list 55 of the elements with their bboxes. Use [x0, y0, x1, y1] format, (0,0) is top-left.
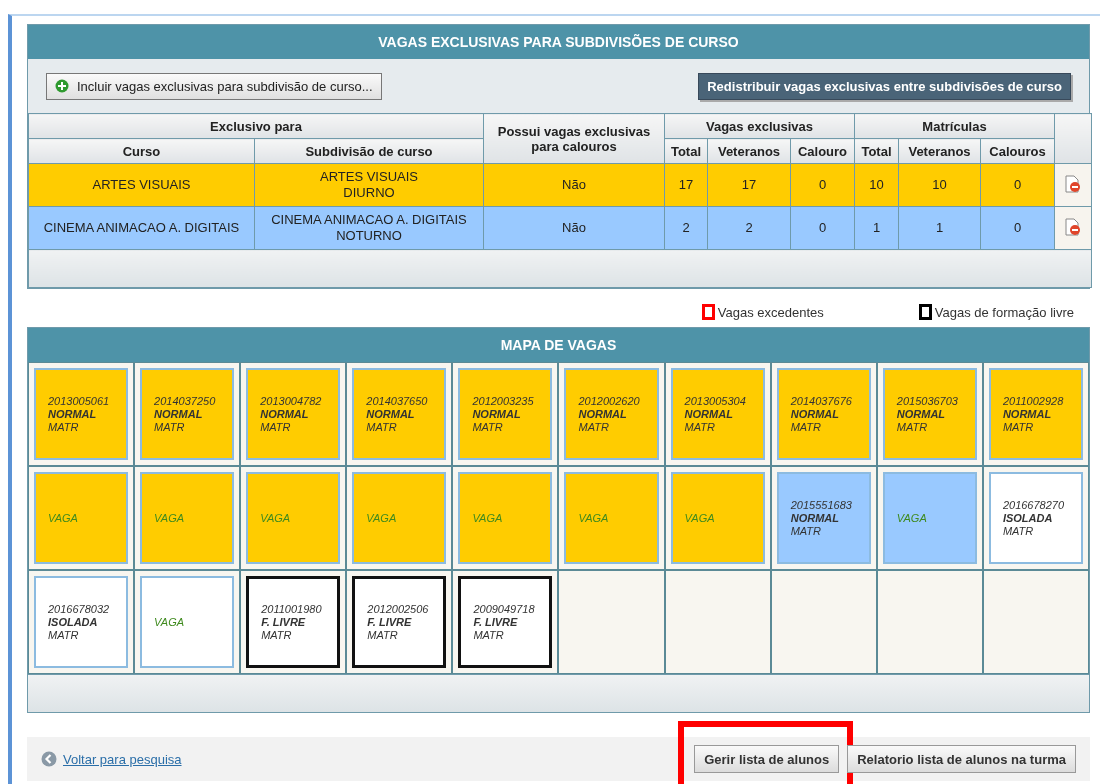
table-cell: 2 — [664, 206, 708, 250]
panel-title: MAPA DE VAGAS — [28, 328, 1089, 362]
table-cell: 10 — [854, 163, 899, 207]
table-cell: ARTES VISUAIS — [28, 163, 255, 207]
student-slot[interactable]: 2015551683 NORMAL MATR — [776, 472, 871, 564]
student-slot[interactable]: 2013004782 NORMAL MATR — [246, 368, 341, 460]
student-slot[interactable]: 2012002620 NORMAL MATR — [564, 368, 659, 460]
student-slot[interactable]: 2013005061 NORMAL MATR — [34, 368, 129, 460]
table-cell: Não — [483, 163, 665, 207]
delete-document-icon[interactable] — [1065, 217, 1082, 236]
table-cell: 17 — [664, 163, 708, 207]
legend-label: Vagas de formação livre — [934, 304, 1074, 320]
table-cell: 0 — [790, 206, 855, 250]
student-slot[interactable]: 2014037650 NORMAL MATR — [352, 368, 447, 460]
table-cell: 0 — [980, 206, 1055, 250]
student-slot[interactable]: 2015036703 NORMAL MATR — [882, 368, 977, 460]
column-header: Subdivisão de curso — [254, 138, 484, 164]
footer-button[interactable]: Relatorio lista de alunos na turma — [847, 745, 1076, 773]
table-cell: ARTES VISUAIS DIURNO — [254, 163, 484, 207]
panel-title: VAGAS EXCLUSIVAS PARA SUBDIVISÕES DE CURSO — [28, 25, 1089, 59]
column-group-header: Matrículas — [854, 113, 1055, 139]
redistribute-button[interactable]: Redistribuir vagas exclusivas entre subdivisões de curso — [698, 72, 1071, 100]
table-cell: 17 — [707, 163, 791, 207]
table-cell: 2 — [707, 206, 791, 250]
student-slot[interactable]: 2013005304 NORMAL MATR — [670, 368, 765, 460]
plus-icon — [55, 79, 69, 93]
delete-document-icon[interactable] — [1065, 174, 1082, 193]
table-cell: 0 — [790, 163, 855, 207]
student-slot[interactable]: 2012003235 NORMAL MATR — [458, 368, 553, 460]
student-slot[interactable]: 2014037250 NORMAL MATR — [140, 368, 235, 460]
table-cell: CINEMA ANIMACAO A. DIGITAIS — [28, 206, 255, 250]
student-slot[interactable]: 2014037676 NORMAL MATR — [776, 368, 871, 460]
table-cell: 1 — [898, 206, 981, 250]
student-slot[interactable]: 2012002506 F. LIVRE MATR — [352, 576, 447, 668]
column-header: Possui vagas exclusivas para calouros — [483, 113, 665, 164]
student-slot[interactable]: 2011001980 F. LIVRE MATR — [246, 576, 341, 668]
student-slot[interactable]: 2016678032 ISOLADA MATR — [34, 576, 129, 668]
student-slot[interactable]: 2016678270 ISOLADA MATR — [988, 472, 1083, 564]
column-header: Curso — [28, 138, 255, 164]
footer-button[interactable]: Gerir lista de alunos — [694, 745, 840, 773]
vacancy-slot[interactable]: VAGA — [140, 576, 235, 668]
student-slot[interactable]: 2009049718 F. LIVRE MATR — [458, 576, 553, 668]
column-group-header: Vagas exclusivas — [664, 113, 855, 139]
table-cell: 10 — [898, 163, 981, 207]
column-group-header: Exclusivo para — [28, 113, 484, 139]
legend-label: Vagas excedentes — [717, 304, 824, 320]
column-header: Veteranos — [707, 138, 791, 164]
table-cell: 0 — [980, 163, 1055, 207]
table-cell: Não — [483, 206, 665, 250]
back-link[interactable]: Voltar para pesquisa — [41, 751, 182, 767]
table-cell: CINEMA ANIMACAO A. DIGITAIS NOTURNO — [254, 206, 484, 250]
student-slot[interactable]: 2011002928 NORMAL MATR — [988, 368, 1083, 460]
table-cell: 1 — [854, 206, 899, 250]
add-exclusive-vacancies-button[interactable]: Incluir vagas exclusivas para subdivisão de curso... — [46, 72, 382, 100]
column-header: Veteranos — [898, 138, 981, 164]
